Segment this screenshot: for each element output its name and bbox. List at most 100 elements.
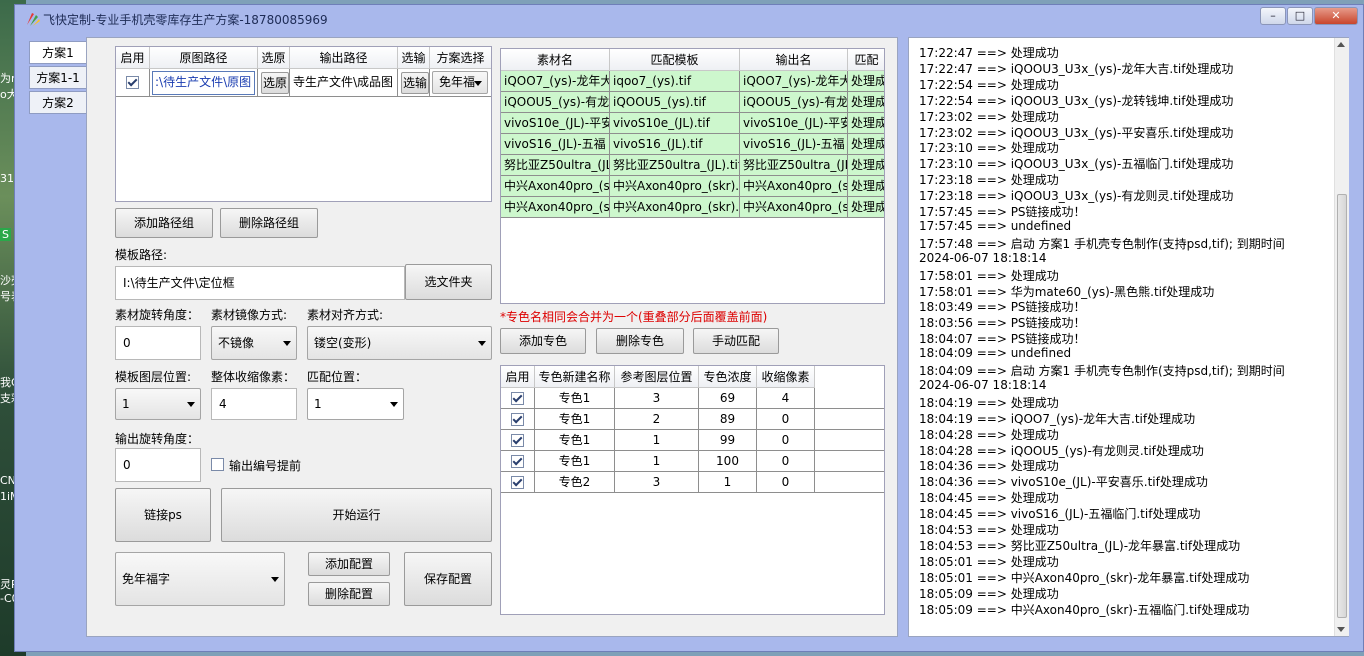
match-grid-cell[interactable]: 中兴Axon40pro_(s — [740, 197, 848, 218]
spot-grid-cell[interactable]: 0 — [757, 409, 815, 430]
out-rotate-input[interactable]: 0 — [115, 448, 201, 482]
match-grid-cell[interactable]: 处理成 — [848, 113, 884, 134]
match-grid-cell[interactable]: 处理成 — [848, 92, 884, 113]
spot-grid-cell[interactable]: 69 — [699, 388, 757, 409]
spot-grid-cell[interactable]: 1 — [615, 430, 699, 451]
spot-grid-cell[interactable]: 1 — [615, 451, 699, 472]
match-grid-cell[interactable]: vivoS10e_(JL)-平安 — [501, 113, 610, 134]
spot-enable-cell[interactable] — [501, 409, 535, 430]
delete-spot-color-button[interactable]: 删除专色 — [596, 328, 684, 354]
match-grid-cell[interactable]: 处理成 — [848, 197, 884, 218]
spot-grid-cell[interactable]: 3 — [615, 388, 699, 409]
add-path-group-button[interactable]: 添加路径组 — [115, 208, 213, 238]
choose-src-button[interactable]: 选原 — [261, 72, 289, 94]
src-path-input[interactable]: :\待生产文件\原图 — [152, 71, 255, 95]
add-spot-color-button[interactable]: 添加专色 — [500, 328, 586, 354]
template-path-input[interactable]: I:\待生产文件\定位框 — [115, 266, 405, 300]
match-grid-cell[interactable]: vivoS10e_(JL)-平安 — [740, 113, 848, 134]
match-grid-cell[interactable]: 努比亚Z50ultra_(JL — [501, 155, 610, 176]
spot-grid-cell[interactable]: 89 — [699, 409, 757, 430]
manual-match-button[interactable]: 手动匹配 — [693, 328, 779, 354]
match-grid-cell[interactable]: 中兴Axon40pro_(s — [740, 176, 848, 197]
match-grid-cell[interactable]: 努比亚Z50ultra_(JL).tif — [610, 155, 740, 176]
match-grid-cell[interactable]: iQOO7_(ys)-龙年大 — [501, 71, 610, 92]
spot-grid-cell[interactable]: 专色1 — [535, 430, 615, 451]
choose-folder-button[interactable]: 选文件夹 — [405, 264, 492, 300]
match-grid-cell[interactable]: 中兴Axon40pro_(skr).t — [610, 197, 740, 218]
spot-enable-checkbox[interactable] — [511, 455, 524, 468]
delete-config-button[interactable]: 删除配置 — [308, 582, 390, 606]
chevron-down-icon — [478, 341, 486, 346]
match-grid-cell[interactable]: iQOO7_(ys)-龙年大 — [740, 71, 848, 92]
title-bar[interactable]: 飞快定制-专业手机壳零库存生产方案-18780085969 – □ ✕ — [15, 5, 1363, 33]
match-pos-select[interactable]: 1 — [307, 388, 404, 420]
path-src-cell[interactable]: :\待生产文件\原图 — [150, 69, 258, 97]
spot-grid-cell[interactable]: 专色1 — [535, 409, 615, 430]
spot-grid-cell[interactable]: 0 — [757, 451, 815, 472]
match-grid-cell[interactable]: iqoo7_(ys).tif — [610, 71, 740, 92]
tab-scheme-2[interactable]: 方案2 — [29, 91, 87, 114]
match-grid-cell[interactable]: 处理成 — [848, 155, 884, 176]
spot-grid-cell[interactable]: 2 — [615, 409, 699, 430]
spot-grid-cell[interactable]: 4 — [757, 388, 815, 409]
align-select[interactable]: 镂空(变形) — [307, 326, 492, 360]
spot-grid-cell[interactable]: 100 — [699, 451, 757, 472]
tab-scheme-1[interactable]: 方案1 — [29, 41, 87, 64]
spot-grid-cell[interactable]: 99 — [699, 430, 757, 451]
spot-grid-cell[interactable]: 专色1 — [535, 451, 615, 472]
spot-grid-cell[interactable]: 0 — [757, 430, 815, 451]
scroll-up-icon[interactable] — [1337, 42, 1345, 47]
scroll-thumb[interactable] — [1337, 194, 1347, 618]
path-enable-checkbox[interactable] — [126, 76, 139, 89]
spot-grid-cell[interactable]: 专色1 — [535, 388, 615, 409]
match-grid-cell[interactable]: 中兴Axon40pro_(skr).t — [610, 176, 740, 197]
match-grid-cell[interactable]: 努比亚Z50ultra_(JL — [740, 155, 848, 176]
match-grid-cell[interactable]: vivoS10e_(JL).tif — [610, 113, 740, 134]
number-first-checkbox[interactable] — [211, 458, 224, 471]
link-ps-button[interactable]: 链接ps — [115, 488, 211, 542]
spot-enable-checkbox[interactable] — [511, 434, 524, 447]
spot-enable-cell[interactable] — [501, 430, 535, 451]
start-run-button[interactable]: 开始运行 — [221, 488, 492, 542]
match-grid-cell[interactable]: iQOOU5_(ys).tif — [610, 92, 740, 113]
maximize-icon[interactable]: □ — [1287, 7, 1313, 25]
spot-enable-cell[interactable] — [501, 472, 535, 493]
log-scrollbar[interactable] — [1334, 38, 1349, 636]
minimize-icon[interactable]: – — [1260, 7, 1286, 25]
layer-pos-select[interactable]: 1 — [115, 388, 201, 420]
spot-enable-checkbox[interactable] — [511, 413, 524, 426]
spot-grid-cell[interactable]: 3 — [615, 472, 699, 493]
match-grid-cell[interactable]: 处理成 — [848, 176, 884, 197]
match-grid-cell[interactable]: vivoS16_(JL)-五福 — [501, 134, 610, 155]
match-grid-cell[interactable]: 处理成 — [848, 71, 884, 92]
spot-enable-cell[interactable] — [501, 451, 535, 472]
tab-scheme-1-1[interactable]: 方案1-1 — [29, 66, 87, 89]
spot-enable-cell[interactable] — [501, 388, 535, 409]
add-config-button[interactable]: 添加配置 — [308, 552, 390, 576]
config-select[interactable]: 免年福字 — [115, 552, 285, 606]
scheme-select[interactable]: 免年福 — [432, 71, 488, 94]
shrink-input[interactable]: 4 — [211, 388, 297, 420]
match-grid-cell[interactable]: iQOOU5_(ys)-有龙 — [740, 92, 848, 113]
out-path-cell[interactable]: 寺生产文件\成品图 — [290, 69, 398, 97]
mirror-select[interactable]: 不镜像 — [211, 326, 297, 360]
rotate-input[interactable]: 0 — [115, 326, 201, 360]
scroll-down-icon[interactable] — [1337, 627, 1345, 632]
spot-grid-cell[interactable]: 0 — [757, 472, 815, 493]
spot-grid-cell[interactable]: 1 — [699, 472, 757, 493]
match-grid-cell[interactable]: 中兴Axon40pro_(s — [501, 197, 610, 218]
spot-grid-cell[interactable]: 专色2 — [535, 472, 615, 493]
close-icon[interactable]: ✕ — [1314, 7, 1358, 25]
save-config-button[interactable]: 保存配置 — [404, 552, 492, 606]
spot-enable-checkbox[interactable] — [511, 392, 524, 405]
log-panel[interactable]: 17:22:47 ==> 处理成功 17:22:47 ==> iQOOU3_U3x… — [908, 37, 1349, 637]
choose-out-button[interactable]: 选输 — [401, 72, 429, 94]
path-enable-cell[interactable] — [116, 69, 150, 97]
match-grid-cell[interactable]: 中兴Axon40pro_(s — [501, 176, 610, 197]
match-grid-cell[interactable]: vivoS16_(JL).tif — [610, 134, 740, 155]
delete-path-group-button[interactable]: 删除路径组 — [220, 208, 318, 238]
match-grid-cell[interactable]: 处理成 — [848, 134, 884, 155]
match-grid-cell[interactable]: iQOOU5_(ys)-有龙 — [501, 92, 610, 113]
spot-enable-checkbox[interactable] — [511, 476, 524, 489]
match-grid-cell[interactable]: vivoS16_(JL)-五福 — [740, 134, 848, 155]
